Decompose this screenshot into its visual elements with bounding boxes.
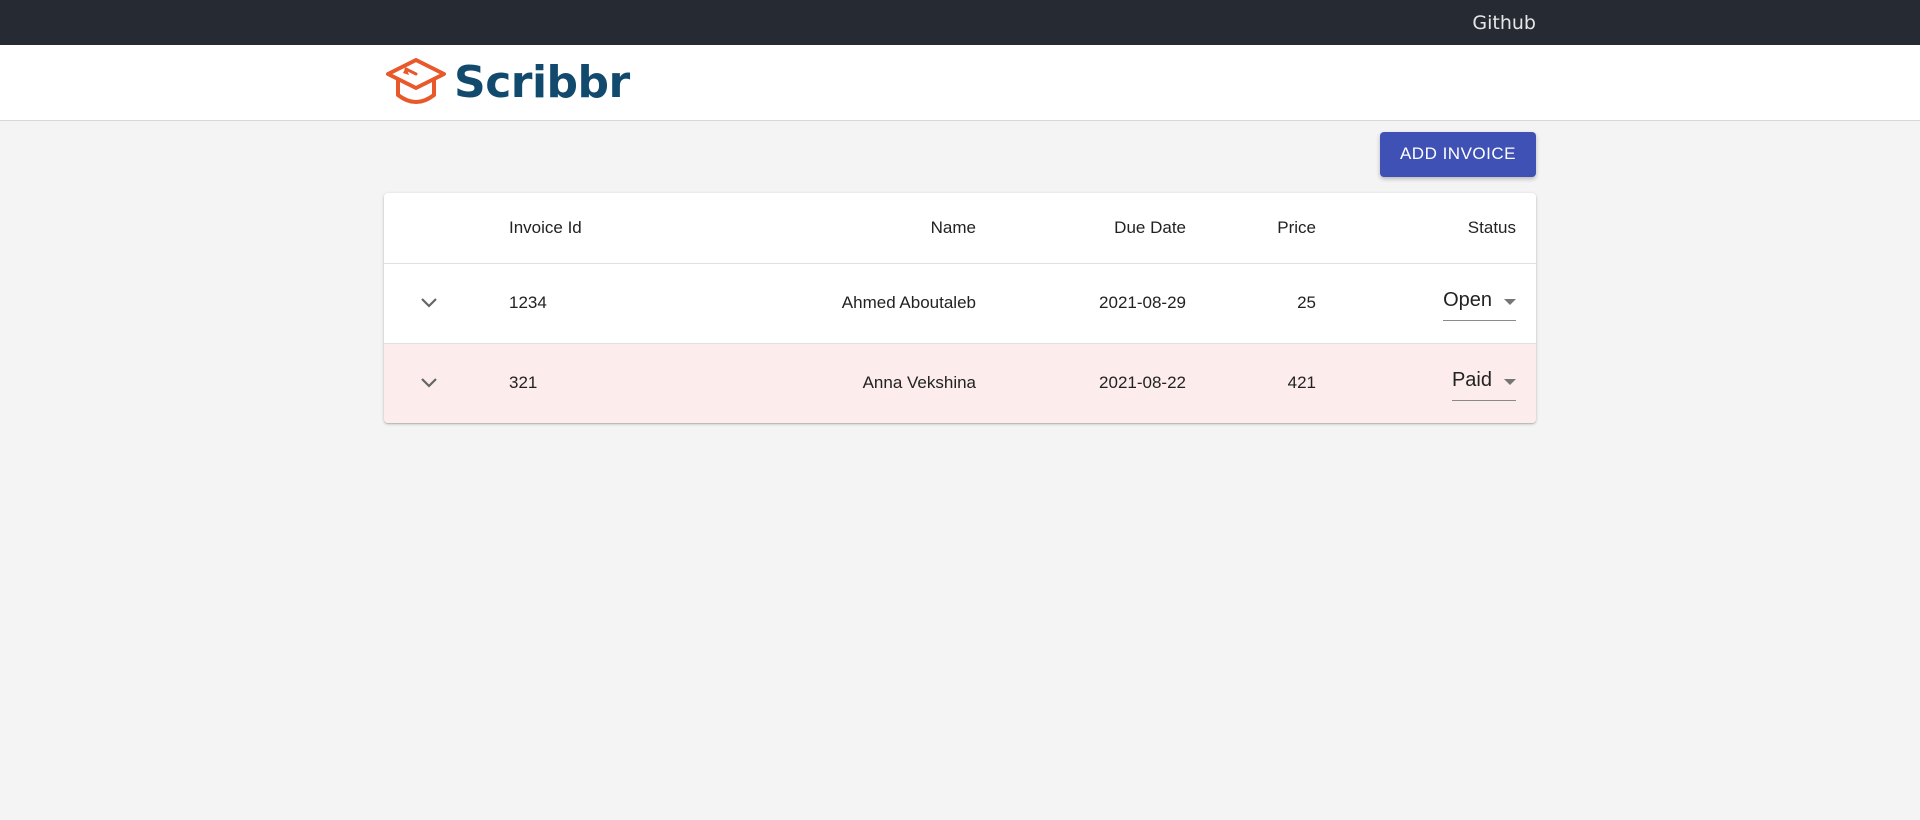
expand-row-button[interactable] [414, 368, 444, 398]
brand-name: Scribbr [454, 57, 630, 108]
header-status: Status [1336, 193, 1536, 264]
invoice-table: Invoice Id Name Due Date Price Status 12… [384, 193, 1536, 423]
caret-down-icon [1504, 299, 1516, 305]
caret-down-icon [1504, 379, 1516, 386]
main-content: ADD INVOICE Invoice Id Name Due Date Pri… [384, 121, 1536, 423]
table-header-row: Invoice Id Name Due Date Price Status [384, 193, 1536, 264]
due-date-cell: 2021-08-22 [1099, 373, 1186, 393]
status-select[interactable]: Open [1443, 285, 1516, 321]
header-invoice-id: Invoice Id [489, 193, 669, 264]
graduation-cap-icon [386, 57, 446, 104]
name-cell: Ahmed Aboutaleb [669, 263, 996, 344]
expand-row-button[interactable] [414, 288, 444, 318]
invoice-table-card: Invoice Id Name Due Date Price Status 12… [384, 193, 1536, 423]
status-value: Open [1443, 289, 1492, 311]
name-cell: Anna Vekshina [862, 373, 976, 393]
scribbr-logo[interactable]: Scribbr [384, 57, 630, 109]
header: Scribbr [0, 45, 1920, 121]
status-select[interactable]: Paid [1451, 365, 1516, 402]
add-invoice-button[interactable]: ADD INVOICE [1379, 131, 1536, 177]
invoice-id-cell: 321 [509, 373, 538, 393]
price-cell: 25 [1206, 263, 1336, 344]
table-row: 321 Anna Vekshina 2021-08-22 421 Paid [384, 343, 1536, 423]
status-value: Paid [1451, 369, 1492, 392]
header-price: Price [1206, 193, 1336, 264]
header-name: Name [669, 193, 996, 264]
actions-bar: ADD INVOICE [384, 121, 1536, 193]
chevron-down-icon [421, 378, 437, 388]
table-row: 1234 Ahmed Aboutaleb 2021-08-29 25 Open [384, 263, 1536, 344]
invoice-id-cell: 1234 [489, 263, 669, 344]
price-cell: 421 [1287, 373, 1316, 393]
header-expand [384, 193, 489, 264]
github-link[interactable]: Github [1472, 12, 1536, 34]
header-due-date: Due Date [996, 193, 1206, 264]
chevron-down-icon [421, 298, 437, 308]
top-navbar: Github [0, 0, 1920, 45]
due-date-cell: 2021-08-29 [996, 263, 1206, 344]
